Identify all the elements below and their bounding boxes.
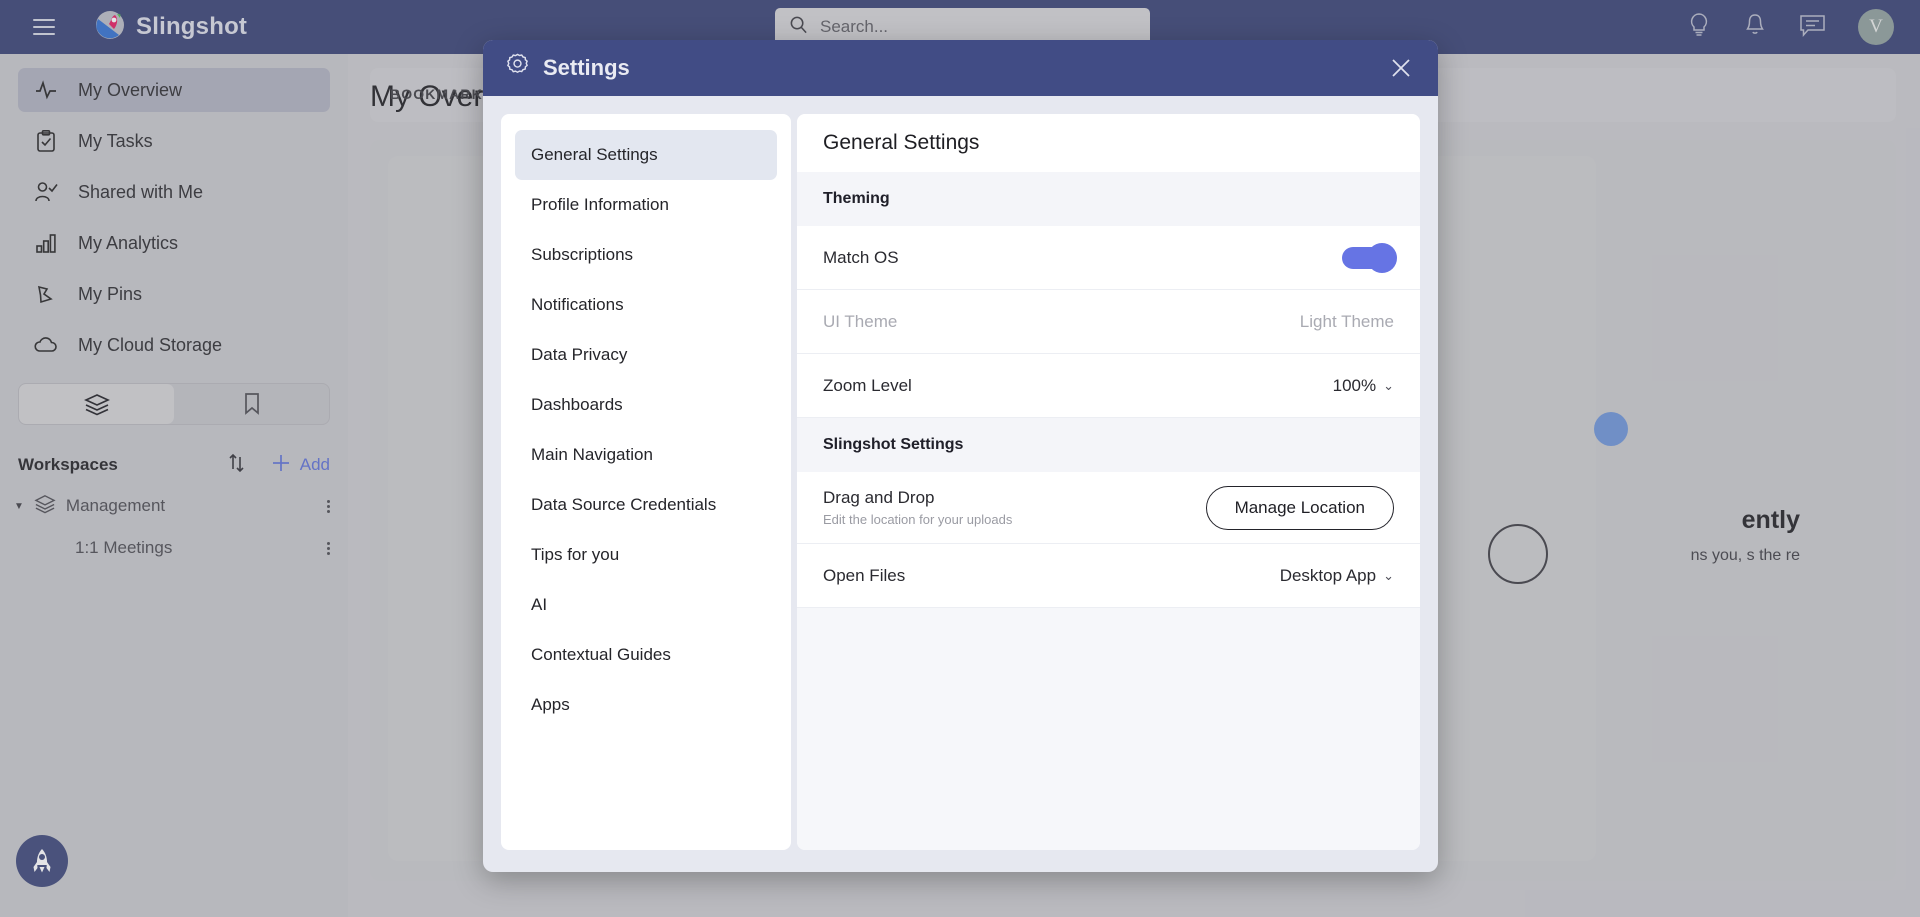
- settings-nav-subscriptions[interactable]: Subscriptions: [515, 230, 777, 280]
- match-os-toggle[interactable]: [1342, 242, 1397, 273]
- manage-location-button[interactable]: Manage Location: [1205, 485, 1394, 530]
- settings-nav-main-navigation[interactable]: Main Navigation: [515, 430, 777, 480]
- panel-filler: [797, 608, 1420, 850]
- nav-label: Dashboards: [531, 395, 623, 414]
- nav-label: Apps: [531, 695, 570, 714]
- nav-label: Main Navigation: [531, 445, 653, 464]
- screen: Slingshot Search... V My Overview My Tas…: [0, 0, 1920, 917]
- settings-nav-general-settings[interactable]: General Settings: [515, 130, 777, 180]
- setting-label: Open Files: [823, 565, 906, 585]
- nav-label: Tips for you: [531, 545, 620, 564]
- close-icon[interactable]: [1386, 53, 1416, 83]
- settings-nav-contextual-guides[interactable]: Contextual Guides: [515, 630, 777, 680]
- setting-label: Drag and Drop: [823, 488, 935, 507]
- settings-panel: General Settings Theming Match OS UI The…: [797, 114, 1420, 850]
- setting-sublabel: Edit the location for your uploads: [823, 512, 1013, 527]
- modal-title: Settings: [543, 55, 630, 80]
- setting-row-open-files[interactable]: Open Files Desktop App ⌄: [797, 544, 1420, 608]
- zoom-level-dropdown[interactable]: 100% ⌄: [1333, 376, 1394, 396]
- settings-nav-dashboards[interactable]: Dashboards: [515, 380, 777, 430]
- setting-row-match-os[interactable]: Match OS: [797, 226, 1420, 290]
- ui-theme-value: Light Theme: [1299, 311, 1394, 331]
- gear-icon: [505, 53, 530, 83]
- section-header-theming: Theming: [797, 172, 1420, 226]
- zoom-level-value: 100%: [1332, 375, 1377, 395]
- setting-label: Match OS: [823, 247, 899, 267]
- chevron-down-icon: ⌄: [1383, 567, 1394, 583]
- settings-nav-tips-for-you[interactable]: Tips for you: [515, 530, 777, 580]
- settings-nav-profile-information[interactable]: Profile Information: [515, 180, 777, 230]
- settings-nav-data-source-credentials[interactable]: Data Source Credentials: [515, 480, 777, 530]
- settings-nav-ai[interactable]: AI: [515, 580, 777, 630]
- settings-panel-title: General Settings: [797, 114, 1420, 172]
- nav-label: General Settings: [531, 145, 658, 164]
- setting-row-drag-and-drop: Drag and Drop Edit the location for your…: [797, 472, 1420, 544]
- setting-row-zoom-level[interactable]: Zoom Level 100% ⌄: [797, 354, 1420, 418]
- open-files-value: Desktop App: [1279, 565, 1377, 585]
- nav-label: Contextual Guides: [531, 645, 671, 664]
- settings-nav-apps[interactable]: Apps: [515, 680, 777, 730]
- setting-label: UI Theme: [823, 311, 898, 331]
- settings-modal: Settings General Settings Profile Inform…: [483, 40, 1438, 872]
- chevron-down-icon: ⌄: [1383, 377, 1394, 393]
- settings-nav-list: General Settings Profile Information Sub…: [501, 114, 791, 850]
- modal-body: General Settings Profile Information Sub…: [483, 96, 1438, 872]
- nav-label: Data Privacy: [531, 345, 628, 364]
- setting-label: Zoom Level: [823, 375, 912, 395]
- nav-label: Data Source Credentials: [531, 495, 717, 514]
- settings-nav-data-privacy[interactable]: Data Privacy: [515, 330, 777, 380]
- nav-label: Profile Information: [531, 195, 669, 214]
- setting-row-ui-theme: UI Theme Light Theme: [797, 290, 1420, 354]
- nav-label: AI: [531, 595, 548, 614]
- open-files-dropdown[interactable]: Desktop App ⌄: [1280, 566, 1394, 586]
- settings-nav-notifications[interactable]: Notifications: [515, 280, 777, 330]
- nav-label: Notifications: [531, 295, 624, 314]
- modal-header: Settings: [483, 40, 1438, 96]
- nav-label: Subscriptions: [531, 245, 634, 264]
- section-header-slingshot-settings: Slingshot Settings: [797, 418, 1420, 472]
